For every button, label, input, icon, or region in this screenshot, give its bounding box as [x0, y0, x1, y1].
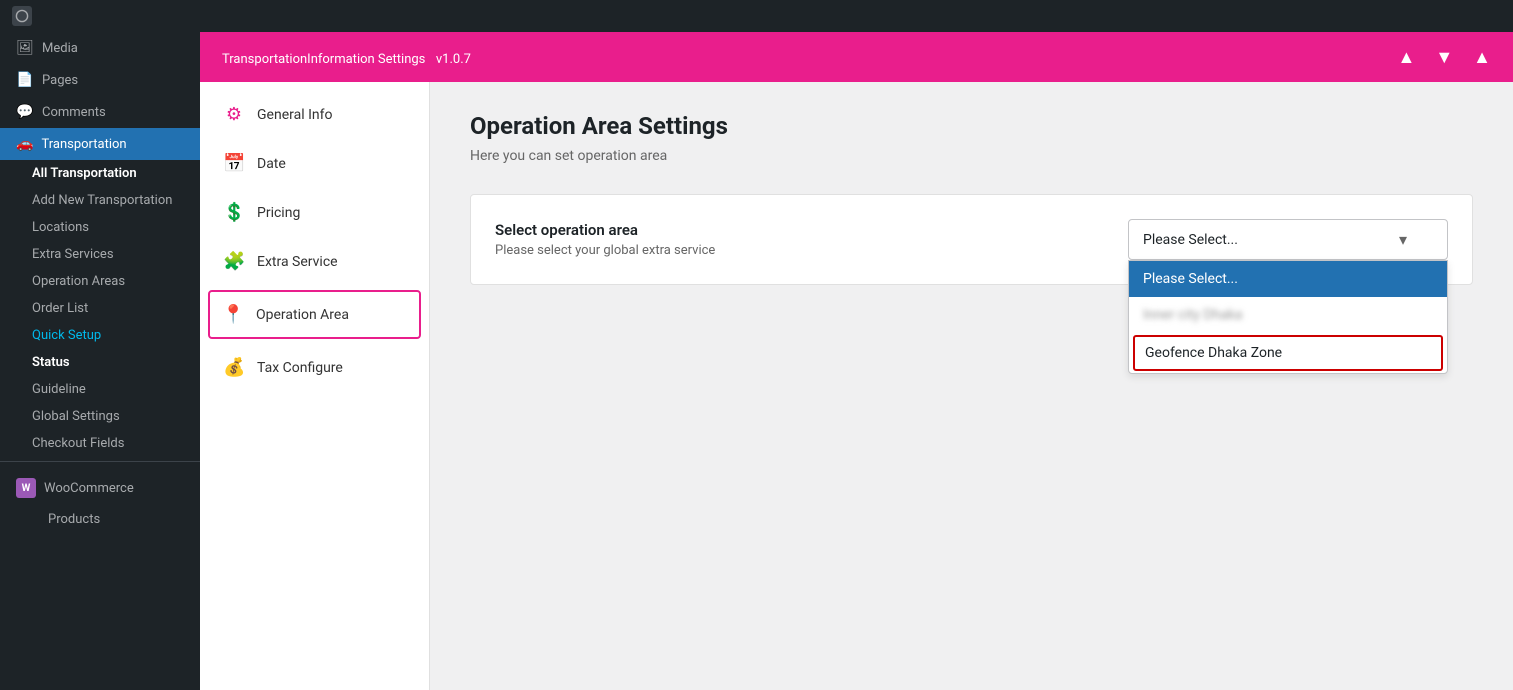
plugin-title: TransportationInformation Settings v1.0.… [216, 47, 471, 68]
sidebar-transportation-label: Transportation [41, 137, 126, 152]
sidebar-item-woocommerce[interactable]: W WooCommerce [16, 470, 184, 506]
card-sublabel: Please select your global extra service [495, 243, 715, 258]
extra-service-icon: 🧩 [223, 251, 245, 272]
operation-area-dropdown-wrapper: Please Select... ▾ Please Select... Inne… [1128, 219, 1448, 260]
sidebar-item-comments[interactable]: 💬 Comments [0, 96, 200, 128]
plugin-header: TransportationInformation Settings v1.0.… [200, 32, 1513, 82]
sidebar-sub-order-list[interactable]: Order List [0, 295, 200, 322]
header-down-button[interactable]: ▼ [1429, 43, 1459, 72]
sidebar-sub-extra-services[interactable]: Extra Services [0, 241, 200, 268]
sidebar-sub-checkout-fields[interactable]: Checkout Fields [0, 430, 200, 457]
sidebar-sub-status[interactable]: Status [0, 349, 200, 376]
dropdown-options-list: Please Select... Inner city Dhaka Geofen… [1128, 260, 1448, 374]
main-layout: 🖼 Media 📄 Pages 💬 Comments 🚗 Transportat… [0, 32, 1513, 690]
sidebar-sub-products[interactable]: Products [16, 506, 184, 533]
dropdown-selected-text: Please Select... [1143, 232, 1238, 248]
settings-nav-date[interactable]: 📅 Date [200, 139, 429, 188]
header-up-button[interactable]: ▲ [1392, 43, 1422, 72]
inner-layout: ⚙ General Info 📅 Date 💲 Pricing 🧩 Extra … [200, 82, 1513, 690]
top-bar [0, 0, 1513, 32]
sidebar-sub-all-transportation[interactable]: All Transportation [0, 160, 200, 187]
sidebar-comments-label: Comments [42, 105, 106, 120]
comments-icon: 💬 [16, 104, 34, 120]
sidebar: 🖼 Media 📄 Pages 💬 Comments 🚗 Transportat… [0, 32, 200, 690]
sidebar-sub-guideline[interactable]: Guideline [0, 376, 200, 403]
card-label-group: Select operation area Please select your… [495, 221, 715, 258]
plugin-header-actions: ▲ ▼ ▲ [1392, 43, 1497, 72]
page-subtitle: Here you can set operation area [470, 148, 1473, 164]
sidebar-sub-quick-setup[interactable]: Quick Setup [0, 322, 200, 349]
transportation-icon: 🚗 [16, 136, 33, 152]
settings-content: Operation Area Settings Here you can set… [430, 82, 1513, 690]
page-title: Operation Area Settings [470, 112, 1473, 140]
header-close-button[interactable]: ▲ [1467, 43, 1497, 72]
sidebar-item-pages[interactable]: 📄 Pages [0, 64, 200, 96]
tax-configure-icon: 💰 [223, 357, 245, 378]
dropdown-option-please-select[interactable]: Please Select... [1129, 261, 1447, 297]
dropdown-option-geofence-dhaka[interactable]: Geofence Dhaka Zone [1133, 335, 1443, 371]
card-label: Select operation area [495, 221, 715, 239]
sidebar-sub-global-settings[interactable]: Global Settings [0, 403, 200, 430]
media-icon: 🖼 [16, 40, 34, 56]
general-info-icon: ⚙ [223, 104, 245, 125]
pages-icon: 📄 [16, 72, 34, 88]
operation-area-icon: 📍 [222, 304, 244, 325]
sidebar-pages-label: Pages [42, 73, 78, 88]
sidebar-item-media[interactable]: 🖼 Media [0, 32, 200, 64]
settings-nav-extra-service[interactable]: 🧩 Extra Service [200, 237, 429, 286]
date-icon: 📅 [223, 153, 245, 174]
settings-nav-general-info[interactable]: ⚙ General Info [200, 90, 429, 139]
card-row: Select operation area Please select your… [495, 219, 1448, 260]
woocommerce-label: WooCommerce [44, 481, 134, 496]
sidebar-sub-operation-areas[interactable]: Operation Areas [0, 268, 200, 295]
woocommerce-section: W WooCommerce Products [0, 461, 200, 541]
sidebar-sub-locations[interactable]: Locations [0, 214, 200, 241]
operation-area-card: Select operation area Please select your… [470, 194, 1473, 285]
chevron-down-icon: ▾ [1399, 230, 1407, 249]
settings-nav-pricing[interactable]: 💲 Pricing [200, 188, 429, 237]
woocommerce-icon: W [16, 478, 36, 498]
settings-nav-tax-configure[interactable]: 💰 Tax Configure [200, 343, 429, 392]
dropdown-option-inner-dhaka[interactable]: Inner city Dhaka [1129, 297, 1447, 333]
settings-nav-operation-area[interactable]: 📍 Operation Area [208, 290, 421, 339]
sidebar-item-transportation[interactable]: 🚗 Transportation [0, 128, 200, 160]
sidebar-sub-add-new[interactable]: Add New Transportation [0, 187, 200, 214]
operation-area-dropdown[interactable]: Please Select... ▾ [1128, 219, 1448, 260]
sidebar-media-label: Media [42, 41, 78, 56]
wp-logo [12, 6, 32, 26]
content-area: TransportationInformation Settings v1.0.… [200, 32, 1513, 690]
pricing-icon: 💲 [223, 202, 245, 223]
settings-sidebar: ⚙ General Info 📅 Date 💲 Pricing 🧩 Extra … [200, 82, 430, 690]
